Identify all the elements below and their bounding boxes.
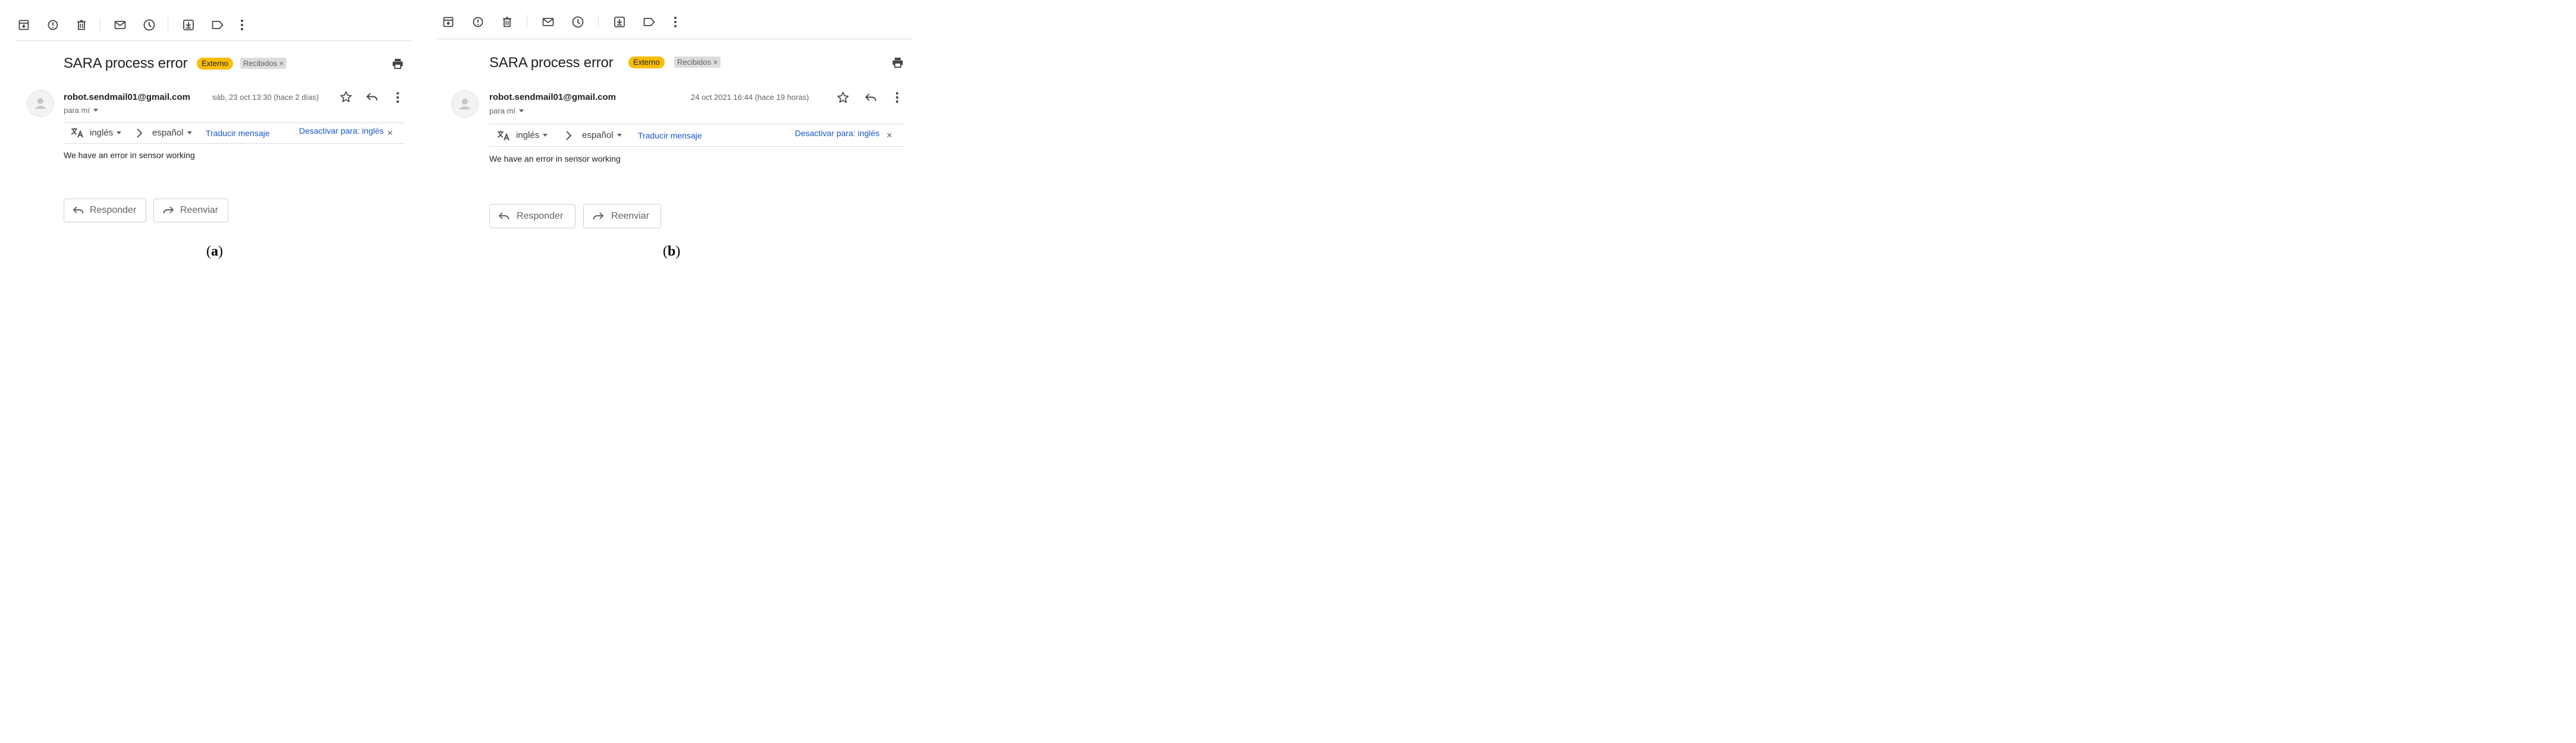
forward-button-label: Reenviar: [611, 211, 650, 221]
target-language-dropdown[interactable]: español: [582, 130, 622, 140]
forward-button[interactable]: Reenviar: [583, 204, 661, 228]
recipient-text: para mí: [489, 106, 516, 115]
reply-icon: [498, 212, 510, 224]
email-subject: SARA process error: [489, 55, 614, 71]
mark-unread-icon[interactable]: [542, 16, 555, 28]
sender-email[interactable]: robot.sendmail01@gmail.com: [489, 92, 616, 102]
email-date: 24 oct 2021 16:44 (hace 19 horas): [691, 93, 809, 102]
translate-bar-bottom-line: [489, 146, 904, 147]
move-to-icon[interactable]: [613, 15, 626, 29]
reply-button[interactable]: Responder: [489, 204, 575, 228]
recipient-label[interactable]: para mí: [489, 106, 524, 115]
person-icon: [460, 99, 470, 109]
chevron-down-icon: [519, 109, 524, 113]
email-body: We have an error in sensor working: [489, 154, 621, 163]
translate-message-link[interactable]: Traducir mensaje: [638, 131, 702, 140]
delete-icon[interactable]: [501, 16, 513, 28]
chevron-down-icon: [617, 133, 622, 137]
email-panel-b: SARA process error Externo Recibidos × r…: [0, 0, 929, 268]
toolbar-divider: [598, 15, 599, 28]
star-icon[interactable]: [836, 91, 850, 104]
inbox-label-chip[interactable]: Recibidos ×: [674, 56, 721, 68]
label-icon[interactable]: [643, 17, 656, 27]
chevron-right-icon: [565, 130, 572, 141]
target-language-label: español: [582, 130, 614, 140]
external-badge: Externo: [628, 56, 665, 68]
forward-icon: [592, 212, 604, 224]
source-language-dropdown[interactable]: inglés: [516, 130, 548, 140]
report-spam-icon[interactable]: [472, 16, 484, 28]
more-vert-icon[interactable]: [672, 15, 678, 29]
panel-caption: (b): [663, 244, 681, 259]
reply-button-label: Responder: [517, 211, 564, 221]
source-language-label: inglés: [516, 130, 540, 140]
avatar: [451, 90, 479, 118]
archive-icon[interactable]: [442, 16, 454, 28]
reply-icon[interactable]: [864, 92, 877, 103]
disable-translation-link[interactable]: Desactivar para: inglés: [795, 128, 879, 138]
print-icon[interactable]: [892, 56, 904, 68]
more-vert-icon[interactable]: [894, 91, 900, 104]
close-translate-icon[interactable]: ×: [886, 130, 892, 141]
translate-icon: [496, 130, 511, 141]
chevron-down-icon: [543, 133, 548, 137]
snooze-icon[interactable]: [571, 15, 584, 29]
